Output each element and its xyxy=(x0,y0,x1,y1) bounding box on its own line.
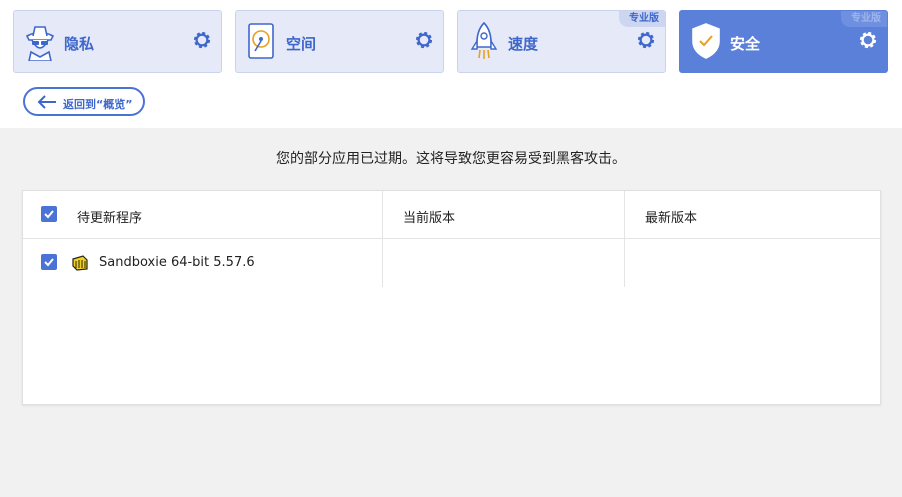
tile-security[interactable]: 专业版 安全 xyxy=(679,10,888,73)
column-divider xyxy=(624,239,625,287)
outdated-apps-message: 您的部分应用已过期。这将导致您更容易受到黑客攻击。 xyxy=(276,151,626,167)
disk-space-icon xyxy=(248,23,274,59)
pro-badge: 专业版 xyxy=(619,11,665,27)
column-header-current-version: 当前版本 xyxy=(403,211,456,226)
privacy-agent-icon xyxy=(25,26,55,61)
checkmark-icon xyxy=(44,210,54,219)
tile-security-label: 安全 xyxy=(730,35,761,53)
pro-badge: 专业版 xyxy=(841,11,887,27)
program-name: Sandboxie 64-bit 5.57.6 xyxy=(99,255,255,270)
column-header-latest-version: 最新版本 xyxy=(645,211,698,226)
tile-space-label: 空间 xyxy=(286,35,317,53)
column-divider xyxy=(382,191,383,239)
table-row[interactable]: Sandboxie 64-bit 5.57.6 xyxy=(23,239,880,287)
gear-icon[interactable] xyxy=(415,31,433,49)
sandboxie-icon xyxy=(72,255,88,271)
tile-privacy[interactable]: 隐私 xyxy=(13,10,222,73)
gear-icon[interactable] xyxy=(637,31,655,49)
update-table: 待更新程序 当前版本 最新版本 Sandboxie 64-bit 5.57.6 xyxy=(22,190,881,405)
select-all-checkbox[interactable] xyxy=(41,206,57,222)
row-checkbox[interactable] xyxy=(41,254,57,270)
tile-privacy-label: 隐私 xyxy=(64,35,95,53)
tile-space[interactable]: 空间 xyxy=(235,10,444,73)
gear-icon[interactable] xyxy=(193,31,211,49)
gear-icon[interactable] xyxy=(859,31,877,49)
rocket-icon xyxy=(470,21,498,59)
tile-speed[interactable]: 专业版 速度 xyxy=(457,10,666,73)
table-header: 待更新程序 当前版本 最新版本 xyxy=(23,191,880,239)
column-divider xyxy=(382,239,383,287)
shield-check-icon xyxy=(692,23,720,59)
column-header-program: 待更新程序 xyxy=(77,211,143,226)
column-divider xyxy=(624,191,625,239)
back-button-label: 返回到“概览” xyxy=(63,98,133,111)
tile-speed-label: 速度 xyxy=(508,35,539,53)
back-to-overview-button[interactable]: 返回到“概览” xyxy=(23,87,145,116)
top-bar: 隐私 空间 专业版 速度 专业版 安全 返回到“概览” xyxy=(0,0,902,128)
checkmark-icon xyxy=(44,258,54,267)
arrow-left-icon xyxy=(37,95,56,109)
